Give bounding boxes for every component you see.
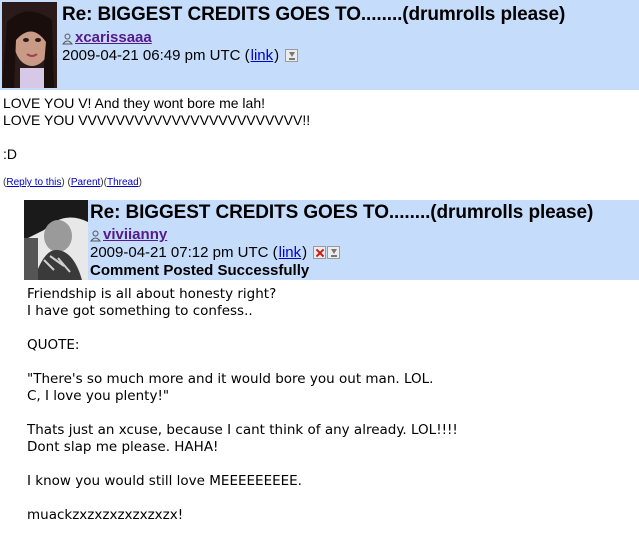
comment-meta: 2009-04-21 07:12 pm UTC (link) — [90, 244, 341, 261]
avatar[interactable] — [2, 2, 57, 88]
thread-link[interactable]: Thread — [107, 177, 139, 188]
parent-link[interactable]: Parent — [71, 177, 100, 188]
timestamp: 2009-04-21 07:12 pm UTC — [90, 244, 269, 261]
username: viviianny — [103, 226, 168, 243]
username-link[interactable]: viviianny — [89, 226, 168, 243]
comment: Re: BIGGEST CREDITS GOES TO........(drum… — [0, 0, 639, 188]
comment: Re: BIGGEST CREDITS GOES TO........(drum… — [24, 200, 639, 524]
comment-actions: (Reply to this) (Parent)(Thread) — [3, 177, 142, 188]
reply-link[interactable]: Reply to this — [6, 177, 61, 188]
status-message: Comment Posted Successfully — [90, 262, 310, 279]
permalink[interactable]: link — [279, 244, 302, 261]
username-link[interactable]: xcarissaaa — [61, 29, 152, 46]
permalink[interactable]: link — [251, 47, 274, 64]
comment-body: Friendship is all about honesty right? I… — [27, 286, 458, 523]
timestamp: 2009-04-21 06:49 pm UTC — [62, 47, 241, 64]
comment-header: Re: BIGGEST CREDITS GOES TO........(drum… — [24, 200, 639, 280]
comment-body: LOVE YOU V! And they wont bore me lah! L… — [3, 95, 311, 162]
user-icon — [61, 32, 74, 44]
comment-title: Re: BIGGEST CREDITS GOES TO........(drum… — [90, 202, 594, 223]
user-icon — [89, 229, 102, 241]
avatar[interactable] — [24, 200, 88, 280]
comment-header: Re: BIGGEST CREDITS GOES TO........(drum… — [0, 0, 639, 90]
comment-title: Re: BIGGEST CREDITS GOES TO........(drum… — [62, 4, 566, 25]
track-icon[interactable] — [285, 49, 299, 62]
delete-icon[interactable] — [313, 246, 327, 259]
username: xcarissaaa — [75, 29, 152, 46]
comment-meta: 2009-04-21 06:49 pm UTC (link) — [62, 47, 299, 64]
track-icon[interactable] — [327, 246, 341, 259]
